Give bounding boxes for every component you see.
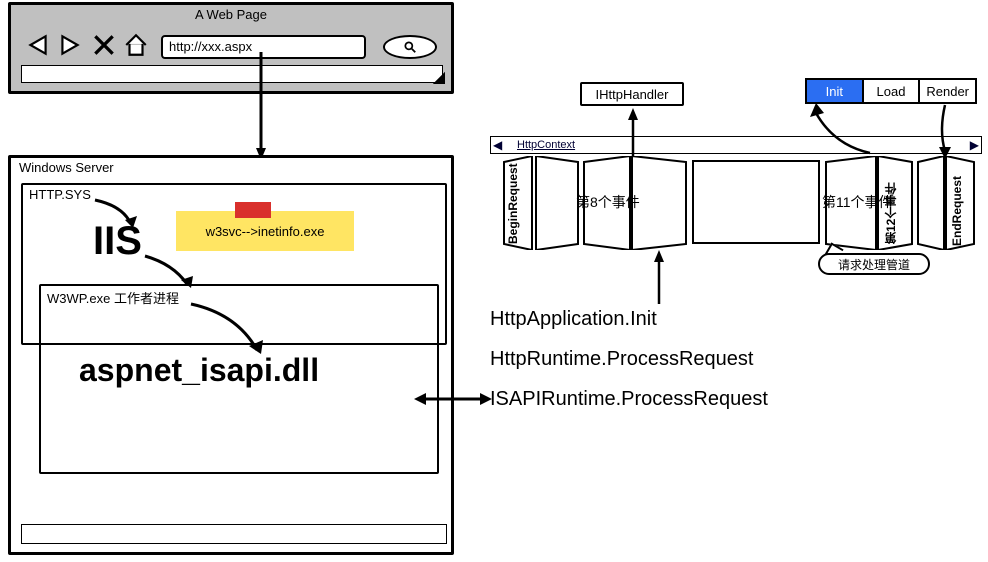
httpcontext-bar: ◀ HttpContext ▶	[490, 136, 982, 154]
server-panel: Windows Server HTTP.SYS IIS w3svc-->inet…	[8, 155, 454, 555]
search-icon	[403, 40, 417, 54]
panel-center	[692, 160, 820, 244]
server-footer-bar	[21, 524, 447, 544]
arrow-httpsys-to-iis	[93, 198, 139, 232]
arrow-api-to-pipeline	[654, 250, 664, 306]
event8-label: 第8个事件	[576, 192, 640, 212]
api-httpruntime-processrequest: HttpRuntime.ProcessRequest	[490, 348, 753, 371]
browser-window: A Web Page http://xxx.aspx ◢	[8, 2, 454, 94]
event11-label: 第11个事件	[822, 192, 893, 212]
home-icon[interactable]	[123, 32, 149, 58]
pipeline: BeginRequest 第12个事件 EndRequest	[500, 156, 978, 254]
arrow-dll-to-isapi	[414, 392, 492, 406]
api-isapiruntime-processrequest: ISAPIRuntime.ProcessRequest	[490, 388, 768, 411]
httpcontext-left-icon: ◀	[493, 138, 502, 152]
stop-icon[interactable]	[91, 32, 117, 58]
lifecycle-init: Init	[807, 80, 864, 102]
arrow-browser-to-server	[256, 52, 266, 162]
httpcontext-right-icon: ▶	[970, 138, 979, 152]
httpcontext-label: HttpContext	[517, 139, 575, 151]
browser-status-bar	[21, 65, 443, 83]
ihttphandler-box: IHttpHandler	[580, 82, 684, 106]
browser-title: A Web Page	[11, 7, 451, 22]
panel-2	[534, 156, 582, 250]
api-httpapplication-init: HttpApplication.Init	[490, 308, 657, 331]
httpsys-label: HTTP.SYS	[29, 187, 91, 202]
back-icon[interactable]	[25, 32, 51, 58]
begin-request-label: BeginRequest	[506, 164, 520, 244]
resize-grip-icon: ◢	[433, 67, 445, 87]
pipeline-callout: 请求处理管道	[818, 253, 930, 275]
server-title: Windows Server	[19, 160, 114, 175]
note-tape	[235, 202, 271, 218]
lifecycle-box: Init Load Render	[805, 78, 977, 104]
panel-8	[914, 156, 948, 250]
end-request-label: EndRequest	[950, 162, 964, 246]
forward-icon[interactable]	[57, 32, 83, 58]
lifecycle-load: Load	[864, 80, 921, 102]
arrow-w3wp-to-dll	[187, 302, 267, 358]
w3wp-label: W3WP.exe 工作者进程	[47, 288, 179, 307]
lifecycle-render: Render	[920, 80, 975, 102]
search-button[interactable]	[383, 35, 437, 59]
